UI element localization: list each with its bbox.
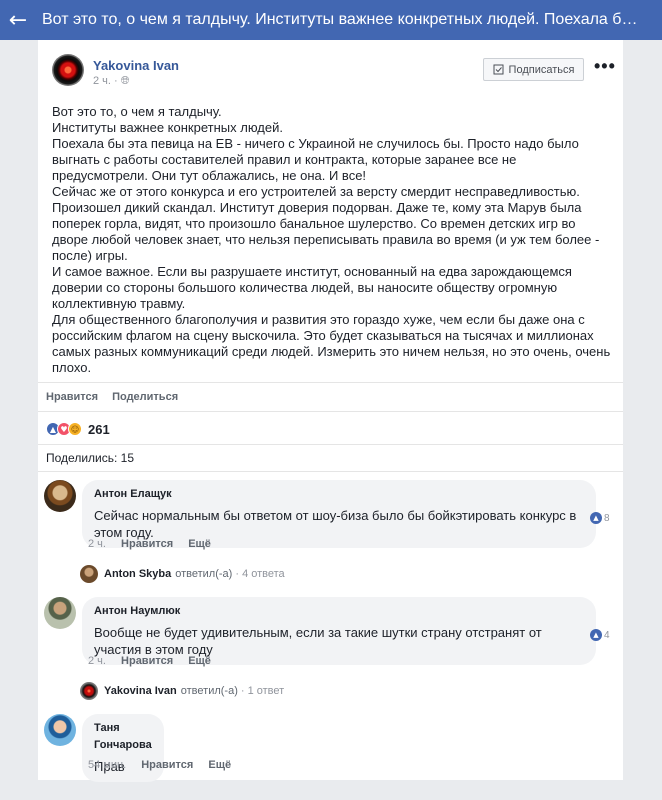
post-paragraph: Сейчас же от этого конкурса и его устрои… [52,184,600,263]
post-paragraph: Институты важнее конкретных людей. [52,120,283,135]
like-button[interactable]: Нравится [46,391,98,403]
comment-meta: 2 ч. Нравится Ещё [88,538,211,550]
post-header: Yakovina Ivan 2 ч. · 🌐︎ Подписаться ••• [52,52,615,92]
comment-meta: 54 мин. Нравится Ещё [88,759,231,771]
reply-count: · 4 ответа [235,568,285,580]
post-text: Вот это то, о чем я талдычу. Институты в… [52,104,612,376]
comment-time[interactable]: 54 мин. [88,759,126,771]
post-author[interactable]: Yakovina Ivan [93,58,179,73]
comment-like-count: 4 [604,629,610,641]
share-button[interactable]: Поделиться [112,391,178,403]
comment-more-button[interactable]: Ещё [188,655,211,667]
reaction-count: 261 [88,421,110,437]
post-actions: Нравится Поделиться [38,382,623,412]
post-paragraph: Вот это то, о чем я талдычу. [52,104,222,119]
comment-meta: 2 ч. Нравится Ещё [88,655,211,667]
reply-author: Anton Skyba [104,568,172,580]
comment-like-button[interactable]: Нравится [121,538,173,550]
reply-summary[interactable]: Anton Skyba ответил(-а) · 4 ответа [80,563,285,585]
comment-text: Сейчас нормальным бы ответом от шоу-биза… [94,508,577,540]
reply-verb: ответил(-а) [175,568,233,580]
like-icon: ▲ [590,629,602,641]
reply-author: Yakovina Ivan [104,685,177,697]
comment-like-button[interactable]: Нравится [141,759,193,771]
comment-likes[interactable]: ▲ 8 [590,512,610,524]
comment-like-count: 8 [604,512,610,524]
top-bar: ← Вот это то, о чем я талдычу. Институты… [0,0,662,40]
comment-more-button[interactable]: Ещё [208,759,231,771]
comment-likes[interactable]: ▲ 4 [590,629,610,641]
reply-summary[interactable]: Yakovina Ivan ответил(-а) · 1 ответ [80,680,284,702]
avatar[interactable] [44,714,76,746]
comment-more-button[interactable]: Ещё [188,538,211,550]
reactions-summary[interactable]: ▲ ♥ ☺ 261 [46,420,110,438]
page-title: Вот это то, о чем я талдычу. Институты в… [42,11,646,28]
post-paragraph: Для общественного благополучия и развити… [52,312,611,375]
comment-time[interactable]: 2 ч. [88,655,106,667]
post-card: Yakovina Ivan 2 ч. · 🌐︎ Подписаться ••• … [38,40,623,782]
haha-icon: ☺ [68,422,82,436]
avatar[interactable] [52,54,84,86]
shares-count[interactable]: Поделились: 15 [38,444,623,472]
public-globe-icon: · 🌐︎ [114,75,130,87]
comment-author[interactable]: Антон Наумлюк [94,603,584,620]
back-arrow-icon[interactable]: ← [0,0,36,40]
post-meta: 2 ч. · 🌐︎ [93,75,130,88]
comment-author[interactable]: Таня Гончарова [94,720,152,754]
post-paragraph: И самое важное. Если вы разрушаете инсти… [52,264,572,311]
comment-text: Вообще не будет удивительным, если за та… [94,625,542,657]
subscribe-button[interactable]: Подписаться [483,58,584,81]
subscribe-icon [493,64,504,75]
avatar [80,682,98,700]
avatar[interactable] [44,597,76,629]
post-paragraph: Поехала бы эта певица на ЕВ - ничего с У… [52,136,579,183]
reply-count: · 1 ответ [240,685,285,697]
more-dots-icon[interactable]: ••• [594,56,616,77]
reply-verb: ответил(-а) [180,685,238,697]
like-icon: ▲ [590,512,602,524]
comment-bubble: Таня Гончарова Прав [82,714,164,782]
avatar [80,565,98,583]
comment-time[interactable]: 2 ч. [88,538,106,550]
subscribe-label: Подписаться [508,63,575,76]
comment-like-button[interactable]: Нравится [121,655,173,667]
avatar[interactable] [44,480,76,512]
comment-author[interactable]: Антон Елащук [94,486,584,503]
post-time[interactable]: 2 ч. [93,75,111,87]
